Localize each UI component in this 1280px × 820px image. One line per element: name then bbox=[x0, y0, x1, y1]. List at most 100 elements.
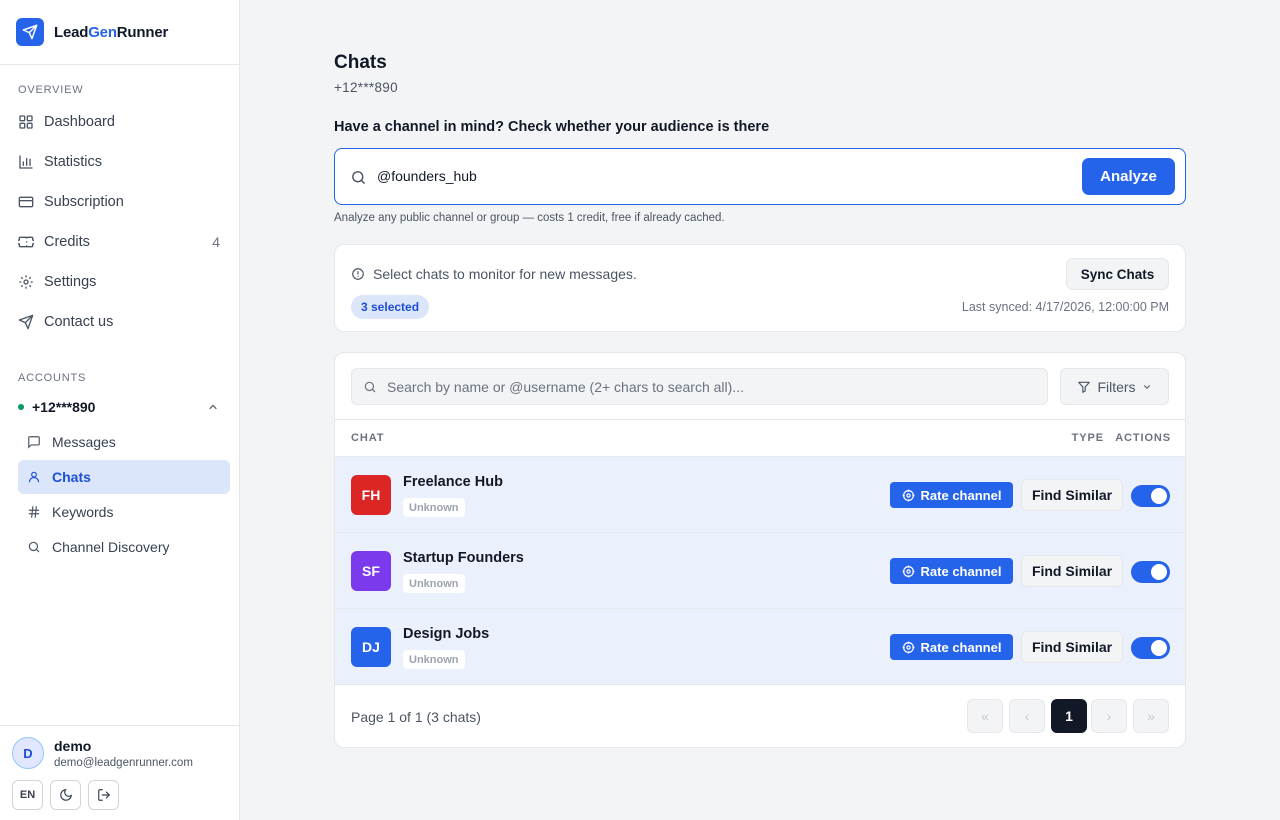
chevron-down-icon bbox=[1143, 384, 1150, 389]
language-button[interactable]: EN bbox=[12, 780, 43, 810]
nav-label: Statistics bbox=[44, 154, 103, 170]
nav-label: Settings bbox=[44, 274, 97, 290]
nav-label: Subscription bbox=[44, 194, 124, 210]
search-icon bbox=[364, 381, 376, 393]
analyze-prompt: Have a channel in mind? Check whether yo… bbox=[334, 119, 770, 135]
credits-count: 4 bbox=[212, 234, 220, 250]
brand-name: LeadGenRunner bbox=[54, 23, 169, 41]
monitor-toggle[interactable] bbox=[1131, 485, 1170, 507]
rate-channel-button[interactable]: Rate channel bbox=[890, 482, 1013, 508]
dashboard-icon bbox=[19, 115, 33, 129]
nav-dashboard[interactable]: Dashboard bbox=[0, 102, 239, 142]
chat-avatar: FH bbox=[351, 475, 391, 515]
sidebar: LeadGenRunner OVERVIEW Dashboard Statist… bbox=[0, 0, 240, 820]
gear-icon bbox=[19, 275, 33, 289]
sub-nav-label: Chats bbox=[52, 469, 91, 485]
sync-chats-button[interactable]: Sync Chats bbox=[1066, 258, 1169, 290]
chat-search-field[interactable]: Search by name or @username (2+ chars to… bbox=[351, 368, 1048, 405]
info-icon bbox=[352, 268, 364, 280]
column-header-actions: ACTIONS bbox=[1115, 432, 1171, 444]
table-row[interactable]: FH Freelance Hub Unknown Rate channel Fi… bbox=[335, 457, 1185, 533]
search-icon bbox=[28, 541, 40, 553]
user-icon bbox=[28, 471, 40, 483]
sub-nav-channel-discovery[interactable]: Channel Discovery bbox=[18, 530, 230, 564]
chat-type-badge: Unknown bbox=[403, 498, 465, 517]
chat-avatar: SF bbox=[351, 551, 391, 591]
chat-search-input[interactable]: Search by name or @username (2+ chars to… bbox=[387, 379, 744, 395]
find-similar-button[interactable]: Find Similar bbox=[1021, 631, 1123, 663]
page-number-button[interactable]: 1 bbox=[1051, 699, 1087, 733]
toggle-knob bbox=[1151, 640, 1167, 656]
next-page-button[interactable]: › bbox=[1091, 699, 1127, 733]
monitor-toggle[interactable] bbox=[1131, 561, 1170, 583]
theme-toggle-button[interactable] bbox=[50, 780, 81, 810]
analyze-channel-input[interactable]: @founders_hub bbox=[377, 168, 477, 184]
nav-statistics[interactable]: Statistics bbox=[0, 142, 239, 182]
target-icon bbox=[902, 641, 914, 653]
rate-channel-button[interactable]: Rate channel bbox=[890, 634, 1013, 660]
moon-icon bbox=[59, 789, 72, 801]
filter-icon bbox=[1078, 381, 1091, 393]
nav-label: Dashboard bbox=[44, 114, 115, 130]
find-similar-button[interactable]: Find Similar bbox=[1021, 555, 1123, 587]
nav-subscription[interactable]: Subscription bbox=[0, 182, 239, 222]
table-row[interactable]: DJ Design Jobs Unknown Rate channel Find… bbox=[335, 609, 1185, 685]
nav-label: Credits bbox=[44, 234, 90, 250]
nav-contact-us[interactable]: Contact us bbox=[0, 302, 239, 342]
chat-name: Startup Founders bbox=[403, 550, 524, 566]
analyze-hint: Analyze any public channel or group — co… bbox=[334, 212, 725, 224]
sub-nav-label: Channel Discovery bbox=[52, 539, 170, 555]
monitor-toggle[interactable] bbox=[1131, 637, 1170, 659]
nav-label: Contact us bbox=[44, 314, 114, 330]
table-row[interactable]: SF Startup Founders Unknown Rate channel… bbox=[335, 533, 1185, 609]
first-page-button[interactable]: « bbox=[967, 699, 1003, 733]
rate-channel-button[interactable]: Rate channel bbox=[890, 558, 1013, 584]
chat-type-badge: Unknown bbox=[403, 574, 465, 593]
main-nav: Dashboard Statistics Subscription Credit… bbox=[0, 102, 239, 342]
user-name: demo bbox=[54, 738, 92, 754]
rate-channel-label: Rate channel bbox=[920, 639, 1002, 655]
user-panel: D demo demo@leadgenrunner.com EN bbox=[0, 725, 239, 820]
selected-count-badge: 3 selected bbox=[351, 295, 430, 319]
sub-nav-label: Messages bbox=[52, 434, 116, 450]
target-icon bbox=[902, 565, 914, 577]
chat-name: Design Jobs bbox=[403, 626, 490, 642]
nav-settings[interactable]: Settings bbox=[0, 262, 239, 302]
last-page-button[interactable]: » bbox=[1133, 699, 1169, 733]
column-header-chat: CHAT bbox=[351, 432, 385, 444]
account-sub-nav: Messages Chats Keywords Channel Discover… bbox=[0, 425, 239, 565]
sub-nav-chats[interactable]: Chats bbox=[18, 460, 230, 494]
nav-credits[interactable]: Credits 4 bbox=[0, 222, 239, 262]
message-icon bbox=[28, 436, 40, 449]
rate-channel-label: Rate channel bbox=[920, 487, 1002, 503]
send-icon bbox=[18, 314, 34, 330]
analyze-channel-field[interactable]: @founders_hub Analyze bbox=[334, 148, 1186, 205]
credit-card-icon bbox=[18, 196, 34, 208]
sub-nav-messages[interactable]: Messages bbox=[18, 425, 230, 459]
sync-info: Select chats to monitor for new messages… bbox=[351, 266, 637, 282]
table-header: CHAT TYPE ACTIONS bbox=[335, 419, 1185, 457]
user-email: demo@leadgenrunner.com bbox=[54, 757, 193, 769]
account-toggle[interactable]: +12***890 bbox=[0, 392, 239, 422]
sync-info-text: Select chats to monitor for new messages… bbox=[373, 266, 637, 282]
hash-icon bbox=[28, 506, 40, 518]
chevron-up-icon bbox=[209, 404, 217, 410]
logout-icon bbox=[97, 789, 110, 801]
previous-page-button[interactable]: ‹ bbox=[1009, 699, 1045, 733]
page-title: Chats bbox=[334, 52, 387, 73]
brand[interactable]: LeadGenRunner bbox=[0, 0, 239, 65]
chats-table-card: Search by name or @username (2+ chars to… bbox=[334, 352, 1186, 748]
last-synced: Last synced: 4/17/2026, 12:00:00 PM bbox=[961, 300, 1169, 314]
avatar: D bbox=[12, 737, 44, 769]
rate-channel-label: Rate channel bbox=[920, 563, 1002, 579]
column-header-type: TYPE bbox=[1071, 432, 1104, 444]
logout-button[interactable] bbox=[88, 780, 119, 810]
filters-button[interactable]: Filters bbox=[1060, 368, 1169, 405]
bar-chart-icon bbox=[19, 155, 33, 169]
sub-nav-keywords[interactable]: Keywords bbox=[18, 495, 230, 529]
sync-card: Select chats to monitor for new messages… bbox=[334, 244, 1186, 332]
toggle-knob bbox=[1151, 564, 1167, 580]
online-status-dot bbox=[18, 404, 24, 410]
find-similar-button[interactable]: Find Similar bbox=[1021, 479, 1123, 511]
analyze-button[interactable]: Analyze bbox=[1082, 158, 1175, 195]
